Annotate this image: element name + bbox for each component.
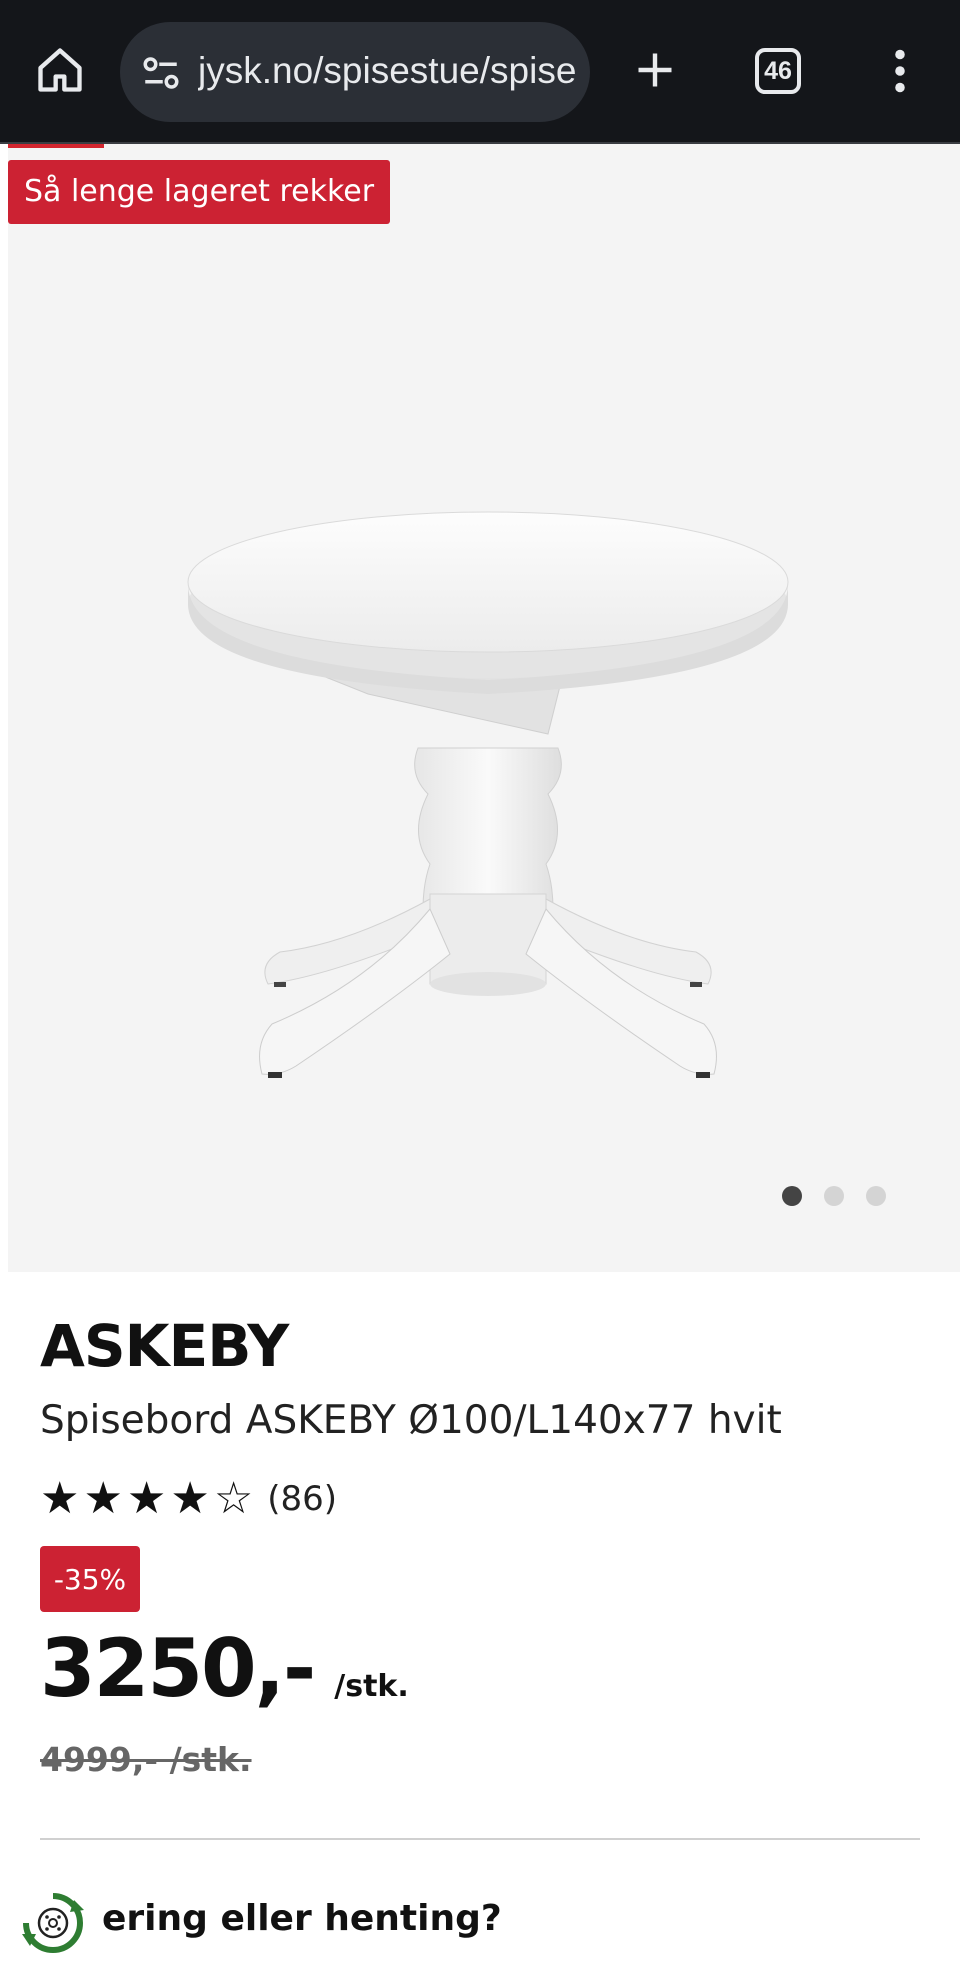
rating-stars: ★ ★ ★ ★ ☆ (40, 1474, 253, 1524)
delivery-option-text: ering eller henting? (102, 1898, 502, 1939)
star-outline-icon: ☆ (213, 1474, 254, 1523)
carousel-dot-2[interactable] (824, 1186, 844, 1206)
star-full-icon: ★ (83, 1474, 123, 1523)
badge-sliver (8, 144, 104, 148)
discount-badge: -35% (40, 1546, 140, 1612)
sale-badge: Så lenge lageret rekker (8, 160, 391, 224)
star-full-icon: ★ (170, 1474, 210, 1523)
price-row: 3250,- /stk. (40, 1622, 409, 1715)
home-icon (38, 48, 82, 92)
tab-switcher-button[interactable]: 46 (755, 48, 801, 94)
price-unit: /stk. (334, 1669, 409, 1704)
star-full-icon: ★ (126, 1474, 167, 1523)
section-divider (40, 1838, 920, 1840)
browser-toolbar: jysk.no/spisestue/spise 46 (0, 0, 960, 142)
plus-icon (638, 53, 672, 87)
carousel-dot-1[interactable] (782, 1186, 802, 1206)
url-text[interactable]: jysk.no/spisestue/spise (198, 48, 578, 94)
delivery-recycle-icon (22, 1893, 84, 1953)
old-price: 4999,- /stk. (40, 1740, 252, 1779)
product-image (187, 511, 789, 1078)
product-image-carousel[interactable]: Så lenge lageret rekker (8, 144, 960, 1272)
more-vert-icon (895, 49, 905, 93)
product-rating[interactable]: ★ ★ ★ ★ ☆ (86) (40, 1474, 337, 1524)
more-menu-button[interactable] (880, 46, 920, 96)
product-name: Spisebord ASKEBY Ø100/L140x77 hvit (40, 1398, 782, 1443)
carousel-dot-3[interactable] (866, 1186, 886, 1206)
home-button[interactable] (30, 40, 90, 100)
review-count[interactable]: (86) (267, 1479, 337, 1519)
star-full-icon: ★ (40, 1474, 80, 1523)
delivery-option-row[interactable]: ering eller henting? (18, 1888, 960, 1964)
new-tab-button[interactable] (625, 40, 685, 100)
address-bar[interactable]: jysk.no/spisestue/spise (120, 22, 590, 122)
current-price: 3250,- (40, 1622, 316, 1715)
product-brand: ASKEBY (40, 1312, 289, 1380)
carousel-dots (782, 1186, 886, 1206)
site-settings-icon[interactable] (140, 52, 182, 94)
